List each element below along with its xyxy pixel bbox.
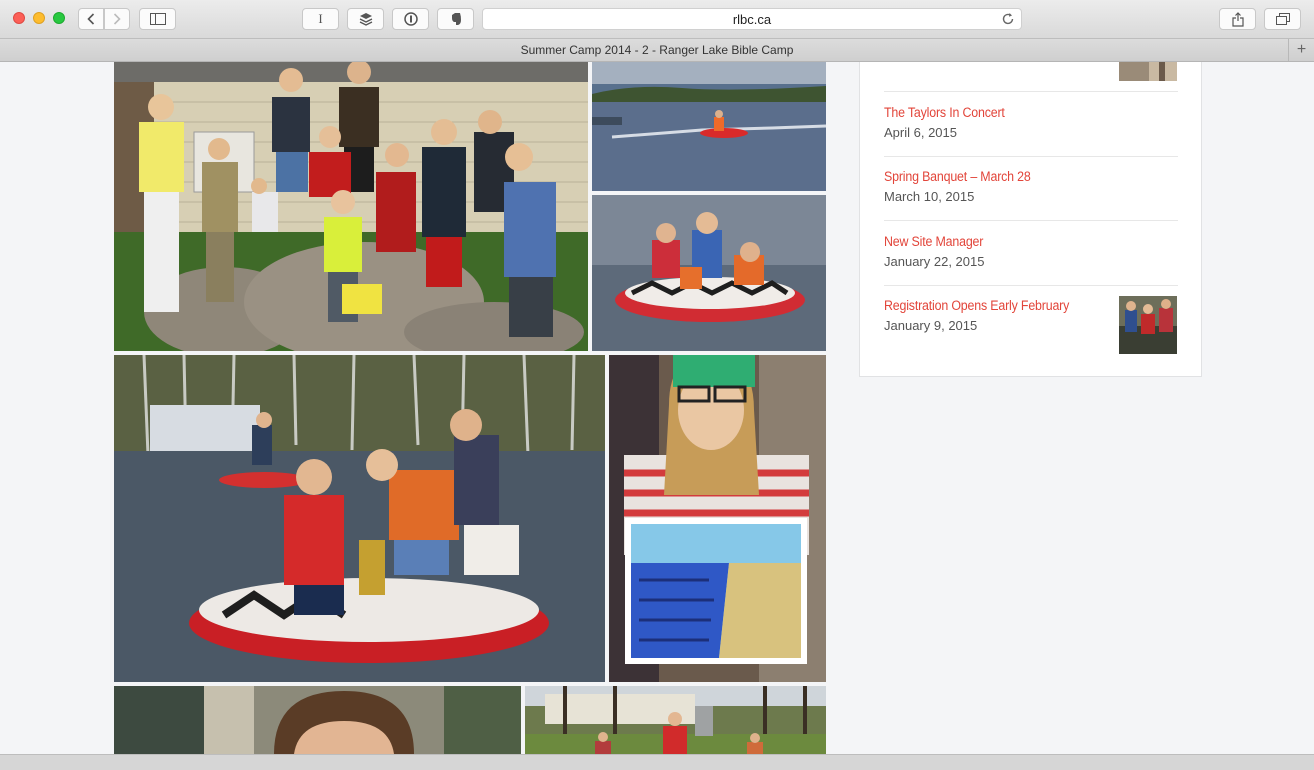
tab-overview-button[interactable]	[1264, 8, 1301, 30]
post-thumbnail[interactable]	[1119, 296, 1177, 354]
reader-button[interactable]: I	[302, 8, 339, 30]
post-date: March 10, 2015	[884, 189, 975, 204]
chevron-right-icon	[113, 13, 121, 25]
post-title-link[interactable]: Spring Banquet – March 28	[884, 169, 1154, 184]
post-date: January 22, 2015	[884, 254, 985, 269]
campers-group-image	[114, 62, 588, 351]
info-circle-icon	[403, 12, 418, 26]
sidebar-toggle-button[interactable]	[139, 8, 176, 30]
browser-toolbar: I rlbc.ca	[0, 0, 1314, 39]
post-item: New Site Manager January 22, 2015	[884, 234, 1178, 269]
address-bar[interactable]: rlbc.ca	[482, 8, 1022, 30]
girls-tubing-image	[592, 195, 826, 351]
post-date: April 6, 2015	[884, 125, 957, 140]
minimize-window-button[interactable]	[33, 12, 45, 24]
post-title-link[interactable]: New Site Manager	[884, 234, 1154, 249]
tabs-icon	[1275, 13, 1290, 25]
share-icon	[1231, 11, 1244, 27]
page-content: The Taylors In Concert April 6, 2015 Spr…	[0, 62, 1314, 754]
post-item: Spring Banquet – March 28 March 10, 2015	[884, 169, 1178, 204]
girl-portrait-photo[interactable]	[114, 686, 521, 754]
close-window-button[interactable]	[13, 12, 25, 24]
girl-painting-photo[interactable]	[609, 355, 826, 682]
camp-grounds-photo[interactable]	[525, 686, 826, 754]
girl-portrait-image	[114, 686, 521, 754]
girl-painting-image	[609, 355, 826, 682]
post-thumbnail-image	[1119, 296, 1177, 354]
post-thumbnail-top[interactable]	[1119, 62, 1177, 81]
girls-tubing-photo[interactable]	[592, 195, 826, 351]
tab-title[interactable]: Summer Camp 2014 - 2 - Ranger Lake Bible…	[521, 43, 794, 57]
layers-icon	[359, 13, 372, 26]
tab-bar: Summer Camp 2014 - 2 - Ranger Lake Bible…	[0, 39, 1314, 62]
reader-icon: I	[318, 11, 323, 26]
elephant-icon	[451, 13, 461, 25]
reload-icon[interactable]	[1001, 12, 1015, 26]
lake-tubing-image	[592, 62, 826, 191]
browser-bottom-edge	[0, 754, 1314, 770]
recent-posts-widget: The Taylors In Concert April 6, 2015 Spr…	[859, 62, 1202, 377]
sidebar-icon	[149, 13, 166, 25]
post-divider	[884, 91, 1178, 92]
post-divider	[884, 285, 1178, 286]
boys-tube-image	[114, 355, 605, 682]
new-tab-button[interactable]: +	[1288, 39, 1314, 61]
share-button[interactable]	[1219, 8, 1256, 30]
back-button[interactable]	[78, 8, 104, 30]
buffer-extension-button[interactable]	[347, 8, 384, 30]
post-item: The Taylors In Concert April 6, 2015	[884, 105, 1178, 140]
post-thumbnail-image	[1119, 62, 1177, 81]
chevron-left-icon	[87, 13, 95, 25]
forward-button[interactable]	[104, 8, 130, 30]
password-extension-button[interactable]	[392, 8, 429, 30]
post-title-link[interactable]: The Taylors In Concert	[884, 105, 1154, 120]
url-text: rlbc.ca	[732, 11, 772, 27]
camp-grounds-image	[525, 686, 826, 754]
post-divider	[884, 156, 1178, 157]
post-divider	[884, 220, 1178, 221]
evernote-extension-button[interactable]	[437, 8, 474, 30]
boys-tube-photo[interactable]	[114, 355, 605, 682]
zoom-window-button[interactable]	[53, 12, 65, 24]
campers-group-photo[interactable]	[114, 62, 588, 351]
post-title-link[interactable]: Registration Opens Early February	[884, 298, 1154, 313]
lake-tubing-photo[interactable]	[592, 62, 826, 191]
